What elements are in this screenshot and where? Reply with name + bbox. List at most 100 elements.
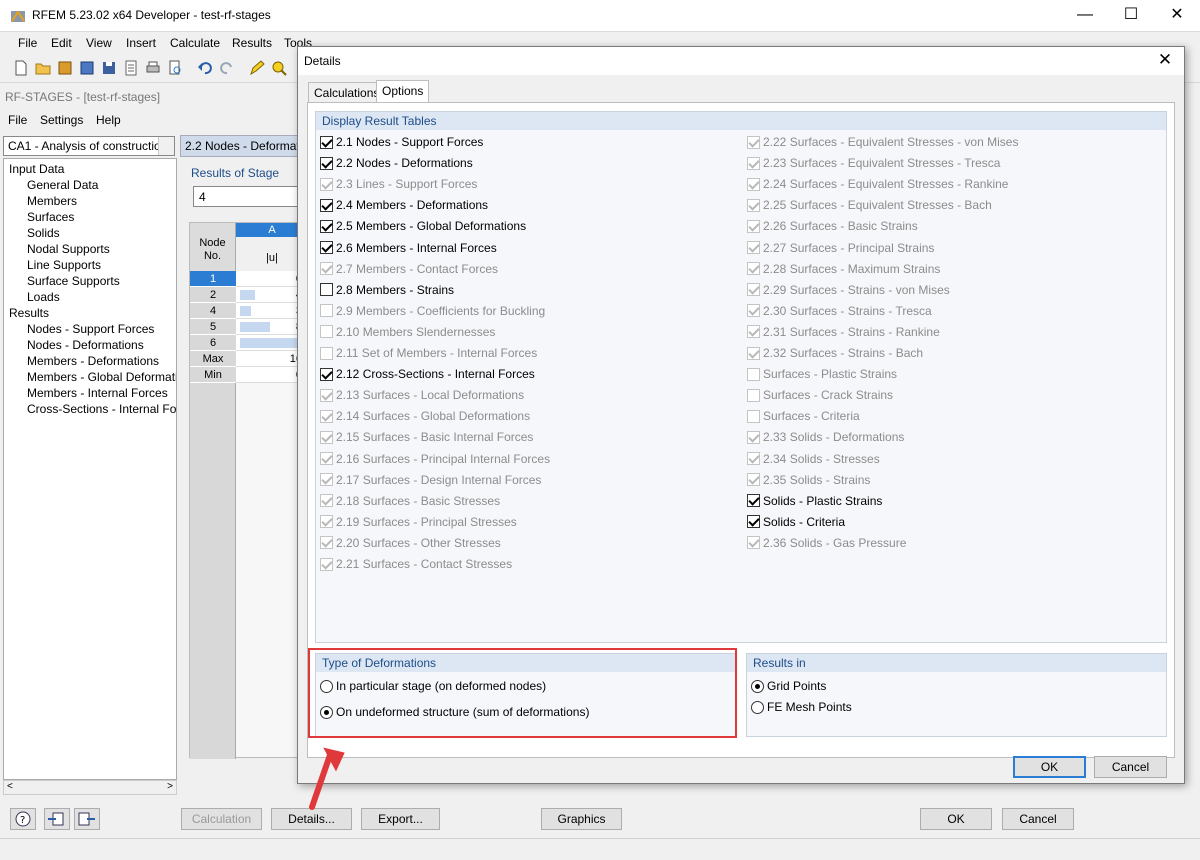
tree-results[interactable]: Results <box>9 306 49 320</box>
checkbox-box[interactable] <box>320 283 333 297</box>
tree-item-line-supports[interactable]: Line Supports <box>27 258 101 272</box>
checkbox-result-table[interactable]: 2.4 Members - Deformations <box>320 198 488 212</box>
checkbox-box[interactable] <box>320 219 333 233</box>
redo-icon[interactable] <box>218 59 236 77</box>
print-icon[interactable] <box>144 59 162 77</box>
tree-item-members-global-deformations[interactable]: Members - Global Deformations <box>27 370 176 384</box>
import-icon[interactable] <box>44 808 70 830</box>
tree-item-nodes-deformations[interactable]: Nodes - Deformations <box>27 338 144 352</box>
checkbox-label: 2.23 Surfaces - Equivalent Stresses - Tr… <box>763 156 1001 171</box>
print-preview-icon[interactable] <box>166 59 184 77</box>
checkbox-box <box>320 325 333 339</box>
navigator-scrollbar[interactable]: < > <box>3 780 177 795</box>
module-cancel-button[interactable]: Cancel <box>1002 808 1074 830</box>
checkbox-result-table[interactable]: 2.1 Nodes - Support Forces <box>320 135 483 149</box>
menu-edit[interactable]: Edit <box>51 36 72 50</box>
graphics-button[interactable]: Graphics <box>541 808 622 830</box>
tree-item-members-internal-forces[interactable]: Members - Internal Forces <box>27 386 168 400</box>
scroll-left-icon[interactable]: < <box>7 781 13 792</box>
checkbox-result-table[interactable]: Solids - Plastic Strains <box>747 494 882 508</box>
tree-item-surfaces[interactable]: Surfaces <box>27 210 74 224</box>
save-icon[interactable] <box>100 59 118 77</box>
table-row[interactable]: 43 <box>190 303 308 319</box>
dialog-cancel-button[interactable]: Cancel <box>1094 756 1167 778</box>
stage-input[interactable]: 4 <box>193 186 303 207</box>
checkbox-label: 2.3 Lines - Support Forces <box>336 177 478 192</box>
tree-input-data[interactable]: Input Data <box>9 162 64 176</box>
chevron-down-icon[interactable] <box>158 137 174 155</box>
dialog-close-icon[interactable]: ✕ <box>1154 50 1176 72</box>
radio-fe-mesh-points[interactable]: FE Mesh Points <box>751 700 852 714</box>
close-window-button[interactable]: ✕ <box>1154 0 1200 32</box>
checkbox-result-table[interactable]: 2.6 Members - Internal Forces <box>320 241 497 255</box>
checkbox-label: 2.34 Solids - Stresses <box>763 451 880 466</box>
menu-insert[interactable]: Insert <box>126 36 156 50</box>
open-folder-icon[interactable] <box>34 59 52 77</box>
checkbox-label: 2.25 Surfaces - Equivalent Stresses - Ba… <box>763 198 992 213</box>
radio-dot[interactable] <box>751 679 764 693</box>
radio-dot[interactable] <box>751 700 764 714</box>
tree-item-nodes-support-forces[interactable]: Nodes - Support Forces <box>27 322 154 336</box>
tab-options[interactable]: Options <box>376 80 430 103</box>
checkbox-box[interactable] <box>320 367 333 381</box>
table-row[interactable]: 24 <box>190 287 308 303</box>
checkbox-box[interactable] <box>320 241 333 254</box>
checkbox-result-table[interactable]: 2.8 Members - Strains <box>320 283 454 297</box>
notes-icon[interactable] <box>122 59 140 77</box>
table-row[interactable]: Min0 <box>190 367 308 383</box>
module-menu-help[interactable]: Help <box>96 113 121 127</box>
edit-pencil-icon[interactable] <box>248 59 266 77</box>
undo-icon[interactable] <box>196 59 214 77</box>
tree-item-general-data[interactable]: General Data <box>27 178 98 192</box>
minimize-button[interactable]: — <box>1062 0 1108 32</box>
module-ok-button[interactable]: OK <box>920 808 992 830</box>
checkbox-box[interactable] <box>320 198 333 212</box>
menu-calculate[interactable]: Calculate <box>170 36 220 50</box>
checkbox-label: 2.14 Surfaces - Global Deformations <box>336 409 531 424</box>
calculation-button[interactable]: Calculation <box>181 808 262 830</box>
dialog-ok-button[interactable]: OK <box>1013 756 1086 778</box>
menu-file[interactable]: File <box>18 36 37 50</box>
module-menu-settings[interactable]: Settings <box>40 113 83 127</box>
checkbox-result-table[interactable]: Solids - Criteria <box>747 515 845 529</box>
tree-item-nodal-supports[interactable]: Nodal Supports <box>27 242 110 256</box>
checkbox-box[interactable] <box>320 135 333 149</box>
checkbox-box[interactable] <box>320 156 333 170</box>
checkbox-box <box>747 452 760 465</box>
checkbox-box <box>320 409 333 423</box>
tree-item-members[interactable]: Members <box>27 194 77 208</box>
menu-results[interactable]: Results <box>232 36 272 50</box>
checkbox-result-table: 2.24 Surfaces - Equivalent Stresses - Ra… <box>747 177 1008 191</box>
table-row[interactable]: 58 <box>190 319 308 335</box>
checkbox-result-table[interactable]: 2.12 Cross-Sections - Internal Forces <box>320 367 535 381</box>
export-button[interactable]: Export... <box>361 808 440 830</box>
table-row[interactable]: 10 <box>190 271 308 287</box>
scroll-right-icon[interactable]: > <box>167 781 173 792</box>
search-icon[interactable] <box>270 59 288 77</box>
table-row[interactable]: Max 16 <box>190 351 308 367</box>
value-bar <box>240 290 255 300</box>
checkbox-label: 2.4 Members - Deformations <box>336 198 489 213</box>
module-menu-file[interactable]: File <box>8 113 27 127</box>
export-icon[interactable] <box>74 808 100 830</box>
checkbox-box[interactable] <box>747 515 760 529</box>
tab-calculations[interactable]: Calculations <box>308 82 386 102</box>
tree-item-members-deformations[interactable]: Members - Deformations <box>27 354 159 368</box>
case-select[interactable]: CA1 - Analysis of construction s <box>3 136 175 156</box>
maximize-button[interactable]: ☐ <box>1108 0 1154 32</box>
menu-view[interactable]: View <box>86 36 112 50</box>
wizard-icon[interactable] <box>56 59 74 77</box>
help-icon[interactable]: ? <box>10 808 36 830</box>
new-file-icon[interactable] <box>12 59 30 77</box>
radio-grid-points[interactable]: Grid Points <box>751 679 826 693</box>
model-icon[interactable] <box>78 59 96 77</box>
tree-item-cross-sections-internal-forces[interactable]: Cross-Sections - Internal Forces <box>27 402 176 416</box>
tree-item-solids[interactable]: Solids <box>27 226 60 240</box>
checkbox-result-table[interactable]: 2.2 Nodes - Deformations <box>320 156 473 170</box>
table-row[interactable]: 616 <box>190 335 308 351</box>
tree-item-surface-supports[interactable]: Surface Supports <box>27 274 120 288</box>
tree-item-loads[interactable]: Loads <box>27 290 60 304</box>
checkbox-result-table[interactable]: 2.5 Members - Global Deformations <box>320 219 526 233</box>
checkbox-box <box>747 304 760 318</box>
checkbox-box[interactable] <box>747 494 760 508</box>
